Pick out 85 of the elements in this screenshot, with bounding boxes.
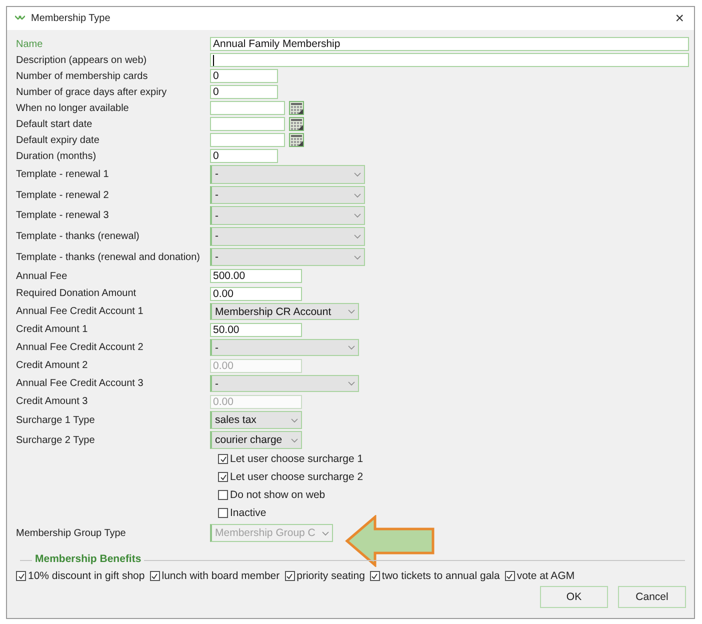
dropdown[interactable]: -	[210, 375, 359, 392]
checkbox[interactable]	[370, 571, 380, 582]
caret-icon	[348, 309, 355, 314]
input-field[interactable]: 50.00	[210, 322, 302, 337]
caret-icon	[322, 530, 329, 536]
input-field[interactable]: Annual Family Membership	[210, 37, 689, 51]
field-label: Template - thanks (renewal)	[16, 230, 140, 242]
checkbox[interactable]	[16, 571, 26, 582]
field-label: Credit Amount 3	[16, 396, 88, 408]
field-label: Description (appears on web)	[16, 54, 147, 66]
field-label: Membership Group Type	[16, 528, 126, 539]
checkbox-label[interactable]: priority seating	[284, 570, 365, 582]
field-label: Template - thanks (renewal and donation)	[16, 252, 200, 263]
input-field[interactable]: 0	[210, 69, 278, 83]
dropdown[interactable]: -	[210, 227, 365, 246]
input-field[interactable]: 0.00	[210, 286, 302, 301]
calendar-icon[interactable]	[289, 101, 304, 115]
app-icon	[15, 15, 25, 22]
field-label: Name	[16, 38, 43, 50]
field-label: Surcharge 1 Type	[16, 414, 95, 426]
dropdown[interactable]: -	[210, 339, 359, 356]
close-button[interactable]: ×	[671, 11, 688, 26]
window-title: Membership Type	[31, 13, 112, 24]
checkbox[interactable]	[218, 472, 228, 482]
field-label: Annual Fee Credit Account 2	[16, 342, 144, 354]
dropdown[interactable]: -	[210, 248, 365, 266]
dropdown[interactable]: -	[210, 165, 365, 184]
field-label: Annual Fee	[16, 270, 68, 282]
dropdown[interactable]: Membership CR Account	[210, 303, 359, 320]
checkbox[interactable]	[284, 571, 295, 582]
caret-icon	[291, 418, 298, 423]
dropdown[interactable]: -	[210, 206, 365, 226]
checkbox-label[interactable]: 10% discount in gift shop	[16, 570, 145, 582]
calendar-icon[interactable]	[289, 133, 304, 147]
checkbox[interactable]	[218, 454, 228, 464]
input-field[interactable]: 500.00	[210, 269, 302, 284]
input-field[interactable]: 0	[210, 85, 278, 99]
field-label: Template - renewal 2	[16, 190, 109, 201]
caret-icon	[354, 213, 361, 218]
checkbox-label[interactable]: Inactive	[218, 507, 266, 520]
field-label: Annual Fee Credit Account 3	[16, 378, 144, 390]
group-title: Membership Benefits	[32, 553, 144, 566]
field-label: Required Donation Amount	[16, 288, 136, 300]
input-field[interactable]: 0	[210, 149, 278, 163]
field-label: Duration (months)	[16, 150, 96, 162]
caret-icon	[354, 254, 361, 260]
field-label: Number of membership cards	[16, 70, 148, 82]
checkbox-label[interactable]: Do not show on web	[218, 489, 326, 502]
checkbox[interactable]	[150, 571, 160, 582]
field-label: Annual Fee Credit Account 1	[16, 306, 144, 318]
checkbox-label[interactable]: vote at AGM	[504, 570, 575, 582]
checkbox-label[interactable]: two tickets to annual gala	[370, 570, 500, 582]
field-label: Default start date	[16, 118, 92, 130]
input-field[interactable]	[210, 101, 285, 115]
field-label: Credit Amount 2	[16, 360, 88, 372]
ok-button[interactable]: OK	[540, 586, 608, 608]
dropdown[interactable]: courier charge	[210, 431, 302, 450]
input-field[interactable]	[210, 53, 689, 67]
checkbox-label[interactable]: lunch with board member	[150, 570, 280, 582]
input-field[interactable]	[210, 117, 285, 131]
dropdown[interactable]: sales tax	[210, 411, 302, 430]
dropdown[interactable]: -	[210, 186, 365, 204]
field-label: Credit Amount 1	[16, 324, 88, 336]
input-field[interactable]	[210, 133, 285, 147]
field-label: Number of grace days after expiry	[16, 86, 167, 98]
text-cursor	[213, 54, 214, 66]
caret-icon	[291, 438, 298, 443]
arrow-icon	[345, 515, 435, 567]
checkbox[interactable]	[504, 571, 515, 582]
caret-icon	[354, 234, 361, 239]
calendar-icon[interactable]	[289, 117, 304, 131]
checkbox[interactable]	[218, 508, 228, 518]
field-label: Default expiry date	[16, 134, 100, 146]
caret-icon	[348, 381, 355, 386]
checkbox-label[interactable]: Let user choose surcharge 2	[218, 471, 364, 484]
caret-icon	[354, 172, 361, 177]
field-label: Template - renewal 3	[16, 210, 109, 222]
field-label: Template - renewal 1	[16, 168, 109, 180]
caret-icon	[354, 192, 361, 198]
checkbox[interactable]	[218, 490, 228, 500]
caret-icon	[348, 345, 355, 350]
field-label: Surcharge 2 Type	[16, 434, 95, 446]
checkbox-label[interactable]: Let user choose surcharge 1	[218, 453, 364, 466]
field-label: When no longer available	[16, 102, 129, 114]
cancel-button[interactable]: Cancel	[618, 586, 686, 608]
